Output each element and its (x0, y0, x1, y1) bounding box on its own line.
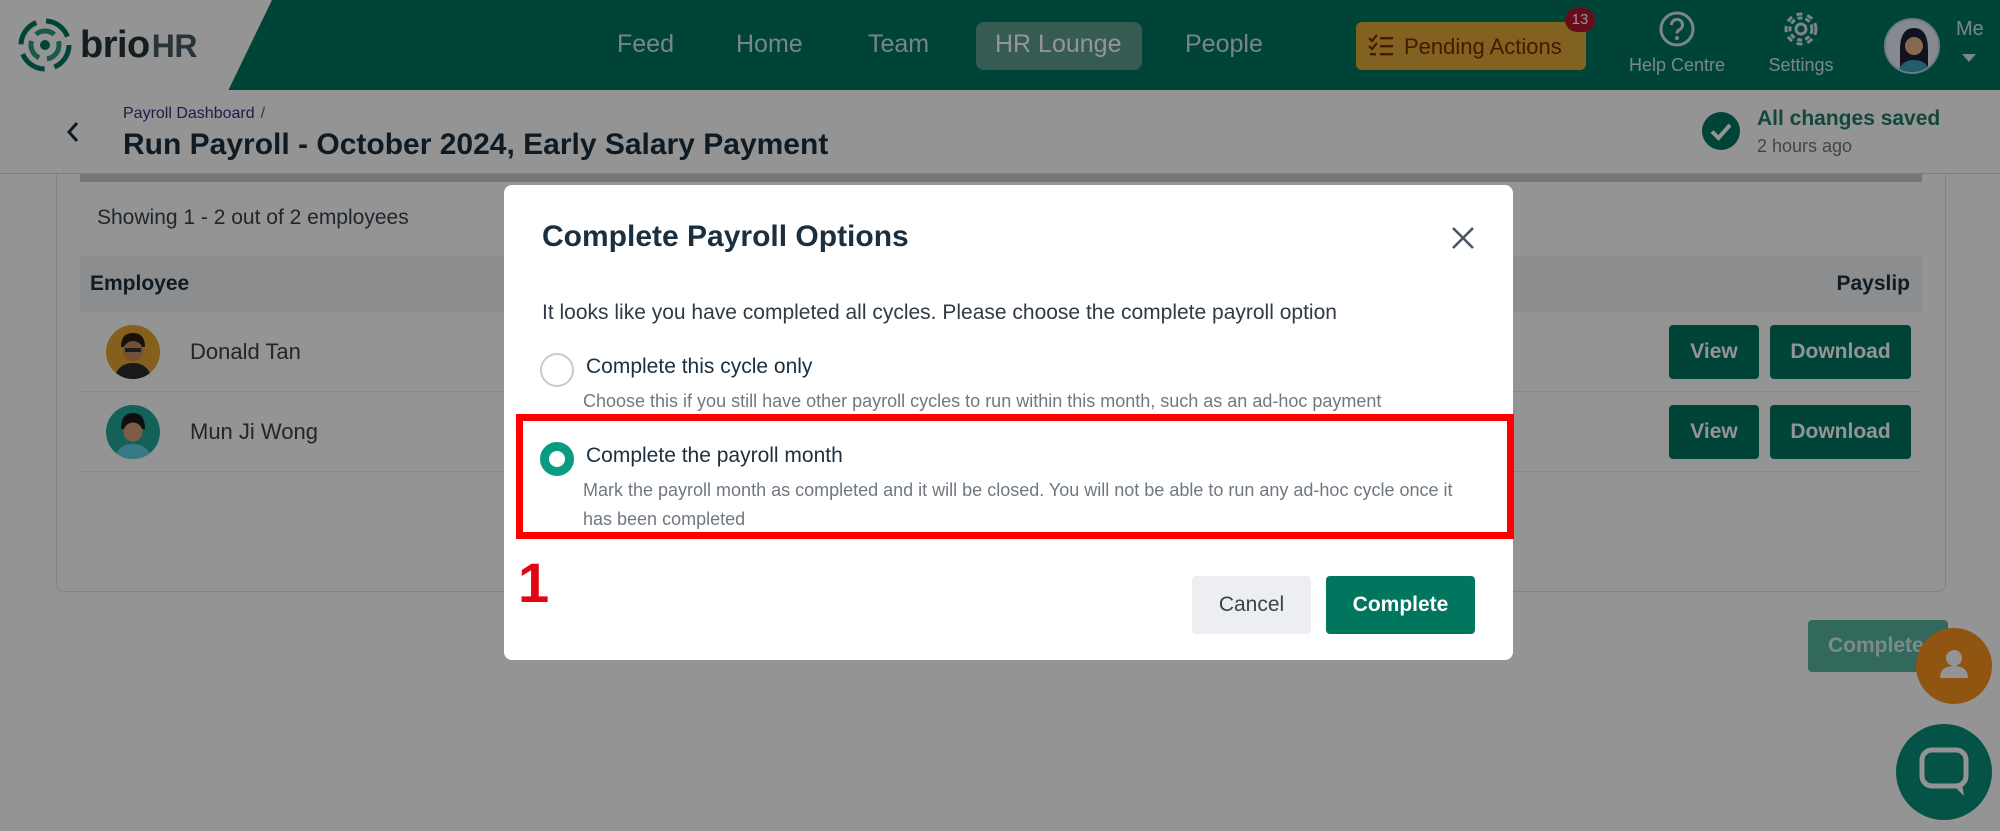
radio-complete-cycle-only[interactable] (540, 353, 574, 387)
dialog-title: Complete Payroll Options (542, 220, 909, 253)
option-description: Choose this if you still have other payr… (583, 391, 1382, 411)
complete-button[interactable]: Complete (1326, 576, 1475, 634)
cancel-button[interactable]: Cancel (1192, 576, 1311, 634)
option-label: Complete this cycle only (586, 355, 813, 378)
dialog-description: It looks like you have completed all cyc… (542, 301, 1337, 324)
annotation-step-number: 1 (518, 551, 550, 614)
close-icon[interactable] (1448, 223, 1478, 253)
annotation-highlight-box (516, 414, 1514, 539)
